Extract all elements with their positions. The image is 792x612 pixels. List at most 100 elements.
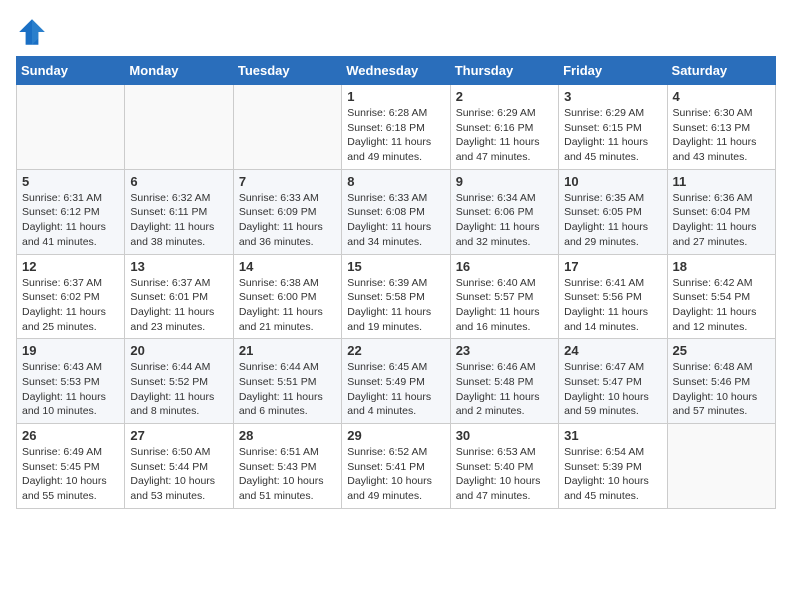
cell-content: Sunrise: 6:47 AMSunset: 5:47 PMDaylight:… [564,360,661,419]
cell-content: Sunrise: 6:37 AMSunset: 6:02 PMDaylight:… [22,276,119,335]
cell-content: Sunrise: 6:31 AMSunset: 6:12 PMDaylight:… [22,191,119,250]
calendar-cell: 16Sunrise: 6:40 AMSunset: 5:57 PMDayligh… [450,254,558,339]
col-header-monday: Monday [125,57,233,85]
cell-content: Sunrise: 6:51 AMSunset: 5:43 PMDaylight:… [239,445,336,504]
day-number: 18 [673,259,770,274]
calendar-cell: 25 Sunrise: 6:48 AMSunset: 5:46 PMDayligh… [667,339,775,424]
day-number: 8 [347,174,444,189]
cell-content: Sunrise: 6:29 AMSunset: 6:15 PMDaylight:… [564,106,661,165]
day-number: 24 [564,343,661,358]
week-row-3: 12 Sunrise: 6:37 AMSunset: 6:02 PMDayligh… [17,254,776,339]
day-number: 28 [239,428,336,443]
calendar-cell: 19 Sunrise: 6:43 AMSunset: 5:53 PMDayligh… [17,339,125,424]
cell-content: Sunrise: 6:39 AMSunset: 5:58 PMDaylight:… [347,276,444,335]
calendar-cell: 17Sunrise: 6:41 AMSunset: 5:56 PMDayligh… [559,254,667,339]
calendar-cell: 10 Sunrise: 6:35 AMSunset: 6:05 PMDayligh… [559,169,667,254]
day-number: 10 [564,174,661,189]
col-header-friday: Friday [559,57,667,85]
calendar-cell: 11 Sunrise: 6:36 AMSunset: 6:04 PMDayligh… [667,169,775,254]
day-number: 6 [130,174,227,189]
cell-content: Sunrise: 6:32 AMSunset: 6:11 PMDaylight:… [130,191,227,250]
cell-content: Sunrise: 6:45 AMSunset: 5:49 PMDaylight:… [347,360,444,419]
day-number: 30 [456,428,553,443]
day-number: 4 [673,89,770,104]
calendar-cell: 5 Sunrise: 6:31 AMSunset: 6:12 PMDaylight… [17,169,125,254]
page-header [16,16,776,48]
cell-content: Sunrise: 6:44 AMSunset: 5:52 PMDaylight:… [130,360,227,419]
calendar-cell: 28 Sunrise: 6:51 AMSunset: 5:43 PMDayligh… [233,424,341,509]
cell-content: Sunrise: 6:53 AMSunset: 5:40 PMDaylight:… [456,445,553,504]
calendar-cell: 29 Sunrise: 6:52 AMSunset: 5:41 PMDayligh… [342,424,450,509]
cell-content: Sunrise: 6:30 AMSunset: 6:13 PMDaylight:… [673,106,770,165]
day-number: 5 [22,174,119,189]
cell-content: Sunrise: 6:35 AMSunset: 6:05 PMDaylight:… [564,191,661,250]
calendar-cell: 13 Sunrise: 6:37 AMSunset: 6:01 PMDayligh… [125,254,233,339]
day-number: 23 [456,343,553,358]
cell-content: Sunrise: 6:36 AMSunset: 6:04 PMDaylight:… [673,191,770,250]
day-number: 3 [564,89,661,104]
cell-content: Sunrise: 6:42 AMSunset: 5:54 PMDaylight:… [673,276,770,335]
cell-content: Sunrise: 6:28 AMSunset: 6:18 PMDaylight:… [347,106,444,165]
calendar-cell [125,85,233,170]
day-number: 11 [673,174,770,189]
day-number: 17 [564,259,661,274]
day-number: 21 [239,343,336,358]
calendar-cell: 1 Sunrise: 6:28 AMSunset: 6:18 PMDaylight… [342,85,450,170]
calendar-cell: 27Sunrise: 6:50 AMSunset: 5:44 PMDayligh… [125,424,233,509]
cell-content: Sunrise: 6:43 AMSunset: 5:53 PMDaylight:… [22,360,119,419]
day-number: 2 [456,89,553,104]
cell-content: Sunrise: 6:49 AMSunset: 5:45 PMDaylight:… [22,445,119,504]
calendar-cell: 24 Sunrise: 6:47 AMSunset: 5:47 PMDayligh… [559,339,667,424]
day-number: 14 [239,259,336,274]
calendar-cell: 18 Sunrise: 6:42 AMSunset: 5:54 PMDayligh… [667,254,775,339]
calendar-cell: 12 Sunrise: 6:37 AMSunset: 6:02 PMDayligh… [17,254,125,339]
cell-content: Sunrise: 6:52 AMSunset: 5:41 PMDaylight:… [347,445,444,504]
day-number: 26 [22,428,119,443]
cell-content: Sunrise: 6:33 AMSunset: 6:09 PMDaylight:… [239,191,336,250]
calendar-cell: 2 Sunrise: 6:29 AMSunset: 6:16 PMDaylight… [450,85,558,170]
cell-content: Sunrise: 6:50 AMSunset: 5:44 PMDaylight:… [130,445,227,504]
calendar-table: SundayMondayTuesdayWednesdayThursdayFrid… [16,56,776,509]
calendar-cell: 3 Sunrise: 6:29 AMSunset: 6:15 PMDaylight… [559,85,667,170]
col-header-wednesday: Wednesday [342,57,450,85]
cell-content: Sunrise: 6:46 AMSunset: 5:48 PMDaylight:… [456,360,553,419]
calendar-cell: 6 Sunrise: 6:32 AMSunset: 6:11 PMDaylight… [125,169,233,254]
day-number: 13 [130,259,227,274]
calendar-cell: 20 Sunrise: 6:44 AMSunset: 5:52 PMDayligh… [125,339,233,424]
day-number: 9 [456,174,553,189]
col-header-thursday: Thursday [450,57,558,85]
calendar-cell [17,85,125,170]
calendar-cell: 31Sunrise: 6:54 AMSunset: 5:39 PMDayligh… [559,424,667,509]
cell-content: Sunrise: 6:29 AMSunset: 6:16 PMDaylight:… [456,106,553,165]
calendar-cell: 26 Sunrise: 6:49 AMSunset: 5:45 PMDayligh… [17,424,125,509]
calendar-cell [233,85,341,170]
calendar-cell: 23 Sunrise: 6:46 AMSunset: 5:48 PMDayligh… [450,339,558,424]
calendar-cell: 4 Sunrise: 6:30 AMSunset: 6:13 PMDaylight… [667,85,775,170]
calendar-cell: 21 Sunrise: 6:44 AMSunset: 5:51 PMDayligh… [233,339,341,424]
calendar-header-row: SundayMondayTuesdayWednesdayThursdayFrid… [17,57,776,85]
cell-content: Sunrise: 6:34 AMSunset: 6:06 PMDaylight:… [456,191,553,250]
day-number: 12 [22,259,119,274]
calendar-cell: 9 Sunrise: 6:34 AMSunset: 6:06 PMDaylight… [450,169,558,254]
cell-content: Sunrise: 6:33 AMSunset: 6:08 PMDaylight:… [347,191,444,250]
day-number: 15 [347,259,444,274]
cell-content: Sunrise: 6:44 AMSunset: 5:51 PMDaylight:… [239,360,336,419]
week-row-4: 19 Sunrise: 6:43 AMSunset: 5:53 PMDayligh… [17,339,776,424]
day-number: 16 [456,259,553,274]
cell-content: Sunrise: 6:48 AMSunset: 5:46 PMDaylight:… [673,360,770,419]
calendar-cell: 14 Sunrise: 6:38 AMSunset: 6:00 PMDayligh… [233,254,341,339]
calendar-cell: 22 Sunrise: 6:45 AMSunset: 5:49 PMDayligh… [342,339,450,424]
day-number: 1 [347,89,444,104]
col-header-sunday: Sunday [17,57,125,85]
day-number: 19 [22,343,119,358]
calendar-cell: 7Sunrise: 6:33 AMSunset: 6:09 PMDaylight… [233,169,341,254]
day-number: 29 [347,428,444,443]
cell-content: Sunrise: 6:37 AMSunset: 6:01 PMDaylight:… [130,276,227,335]
logo [16,16,52,48]
day-number: 22 [347,343,444,358]
logo-icon [16,16,48,48]
day-number: 20 [130,343,227,358]
day-number: 25 [673,343,770,358]
cell-content: Sunrise: 6:38 AMSunset: 6:00 PMDaylight:… [239,276,336,335]
col-header-saturday: Saturday [667,57,775,85]
